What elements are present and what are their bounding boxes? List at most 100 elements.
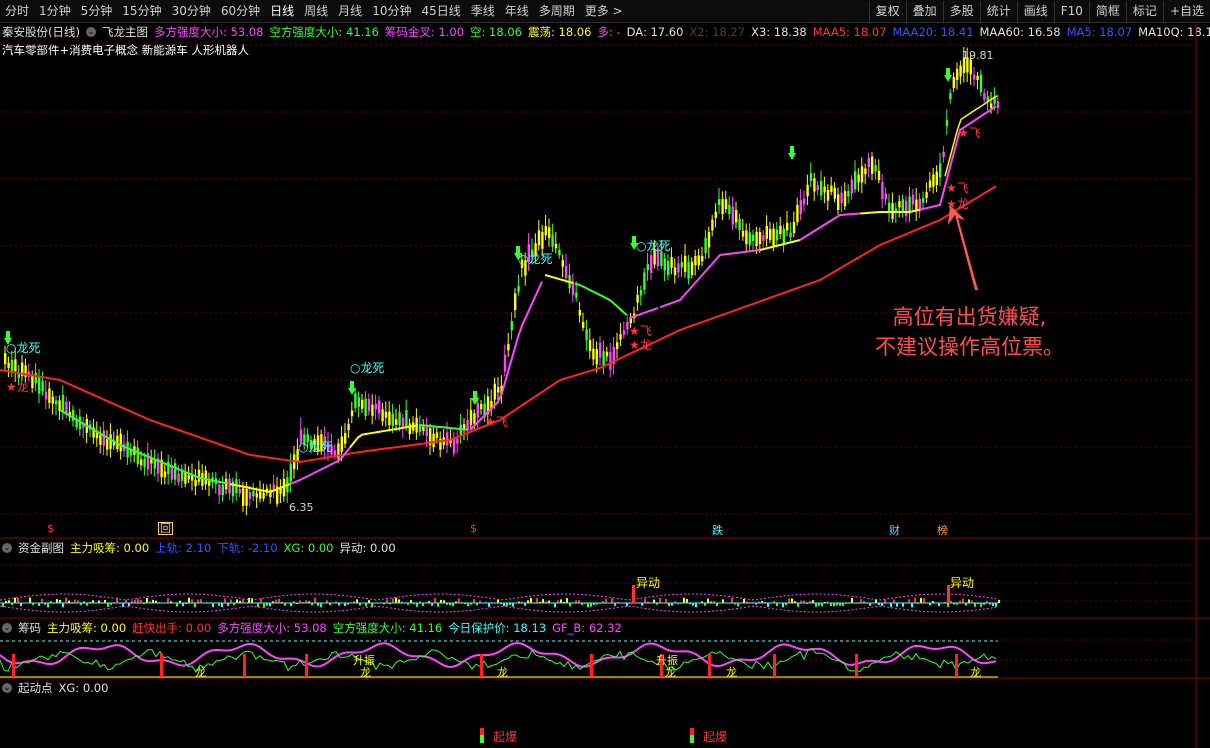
buy-arrow-5 [788,146,796,160]
start-panel-name[interactable]: 起动点 [18,680,53,696]
fund-bar [569,603,571,607]
candle-body [874,165,877,172]
candle-body [609,351,612,370]
event-marker-1[interactable]: $ [47,522,54,535]
chip-dropdown-icon[interactable]: ⌄ [2,623,12,633]
candle-body [38,376,41,394]
candle-body [636,295,639,303]
candle-body [167,461,170,475]
fund-bar [251,598,253,603]
candle-body [371,404,374,416]
fund-bar [2,603,4,607]
candle-body [208,480,211,486]
candle-body [860,166,864,183]
fund-bar [611,597,613,603]
fund-bar [686,599,688,603]
event-marker-5[interactable]: 财 [889,522,900,538]
candle-body [765,225,768,239]
fund-bar [212,603,214,608]
candle-body [928,180,932,188]
fund-bar [587,603,589,608]
fund-param-0: 主力吸筹: 0.00 [70,541,150,555]
candle-body [942,151,945,158]
candle-body [537,230,541,246]
candle-body [925,192,928,198]
candle-body [143,458,146,468]
fund-bar [221,603,223,608]
fund-bar [995,603,997,607]
start-param-0: XG: 0.00 [58,681,109,695]
fund-bar [47,603,49,608]
fund-bar [473,599,475,603]
fund-dropdown-icon[interactable]: ⌄ [2,543,12,553]
chip-panel-name[interactable]: 筹码 [18,620,41,636]
candle-body [425,425,428,436]
candle-body [905,200,908,216]
fund-spike-0 [632,585,635,603]
fund-bar [395,597,397,603]
chip-red-bar-2 [243,654,246,677]
chip-tag-long-6: 龙 [970,666,981,679]
candle-body [898,201,901,208]
candle-body [374,403,377,410]
candle-body [514,293,517,311]
candle-body [738,218,741,231]
candle-body [803,198,806,205]
event-marker-4[interactable]: 跌 [712,522,723,538]
candle-body [622,330,626,335]
chip-red-bar-9 [855,654,858,677]
candle-body [881,182,884,200]
chip-red-bar-10 [955,654,958,677]
candle-body [469,409,473,426]
fund-bar [767,603,769,607]
fund-bar [737,603,739,607]
fund-bar [542,599,544,603]
candle-body [497,386,500,393]
candle-body [252,490,255,497]
fund-bar [197,599,199,603]
candle-body [983,92,986,100]
chip-params: 主力吸筹: 0.00 赶快出手: 0.00 多方强度大小: 53.08 空方强度大小:… [47,620,622,636]
chip-tag-long-1: 龙 [195,666,206,679]
candle-body [731,206,734,225]
candle-body [41,381,44,392]
fund-bar [188,597,190,603]
fund-bar [107,603,109,607]
start-dropdown-icon[interactable]: ⌄ [2,683,12,693]
candle-body [973,74,976,80]
candle-body [350,410,354,417]
fund-panel-name[interactable]: 资金副图 [18,540,64,556]
candle-body [493,383,496,400]
event-marker-3[interactable]: $ [470,522,477,535]
candle-body [741,230,745,237]
candle-body [809,173,813,182]
candle-body [602,351,605,366]
event-marker-2[interactable]: 回 [158,522,173,535]
candle-body [707,231,711,248]
candle-body [459,425,462,436]
fund-bar [911,603,913,608]
candle-body [847,191,850,197]
fund-bar [224,598,226,603]
fund-bar [722,599,724,603]
candle-body [136,447,139,465]
fund-bar [65,597,67,603]
fund-bar [416,603,418,607]
event-marker-6[interactable]: 榜 [937,522,948,538]
candle-body [228,478,231,494]
candle-body [554,243,558,249]
candle-body [473,413,476,424]
fund-bar [242,599,244,603]
fund-bar [920,597,922,603]
candle-body [820,180,823,196]
fund-bar [962,598,964,603]
yidong-label-1: 异动 [636,576,661,590]
candle-body [956,69,959,81]
candle-body [119,433,122,452]
candle-body [799,200,802,214]
candle-body [745,230,748,245]
fund-bar [458,598,460,603]
fund-bar [896,603,898,607]
candle-body [939,163,942,178]
chip-red-bar-1 [160,654,163,677]
